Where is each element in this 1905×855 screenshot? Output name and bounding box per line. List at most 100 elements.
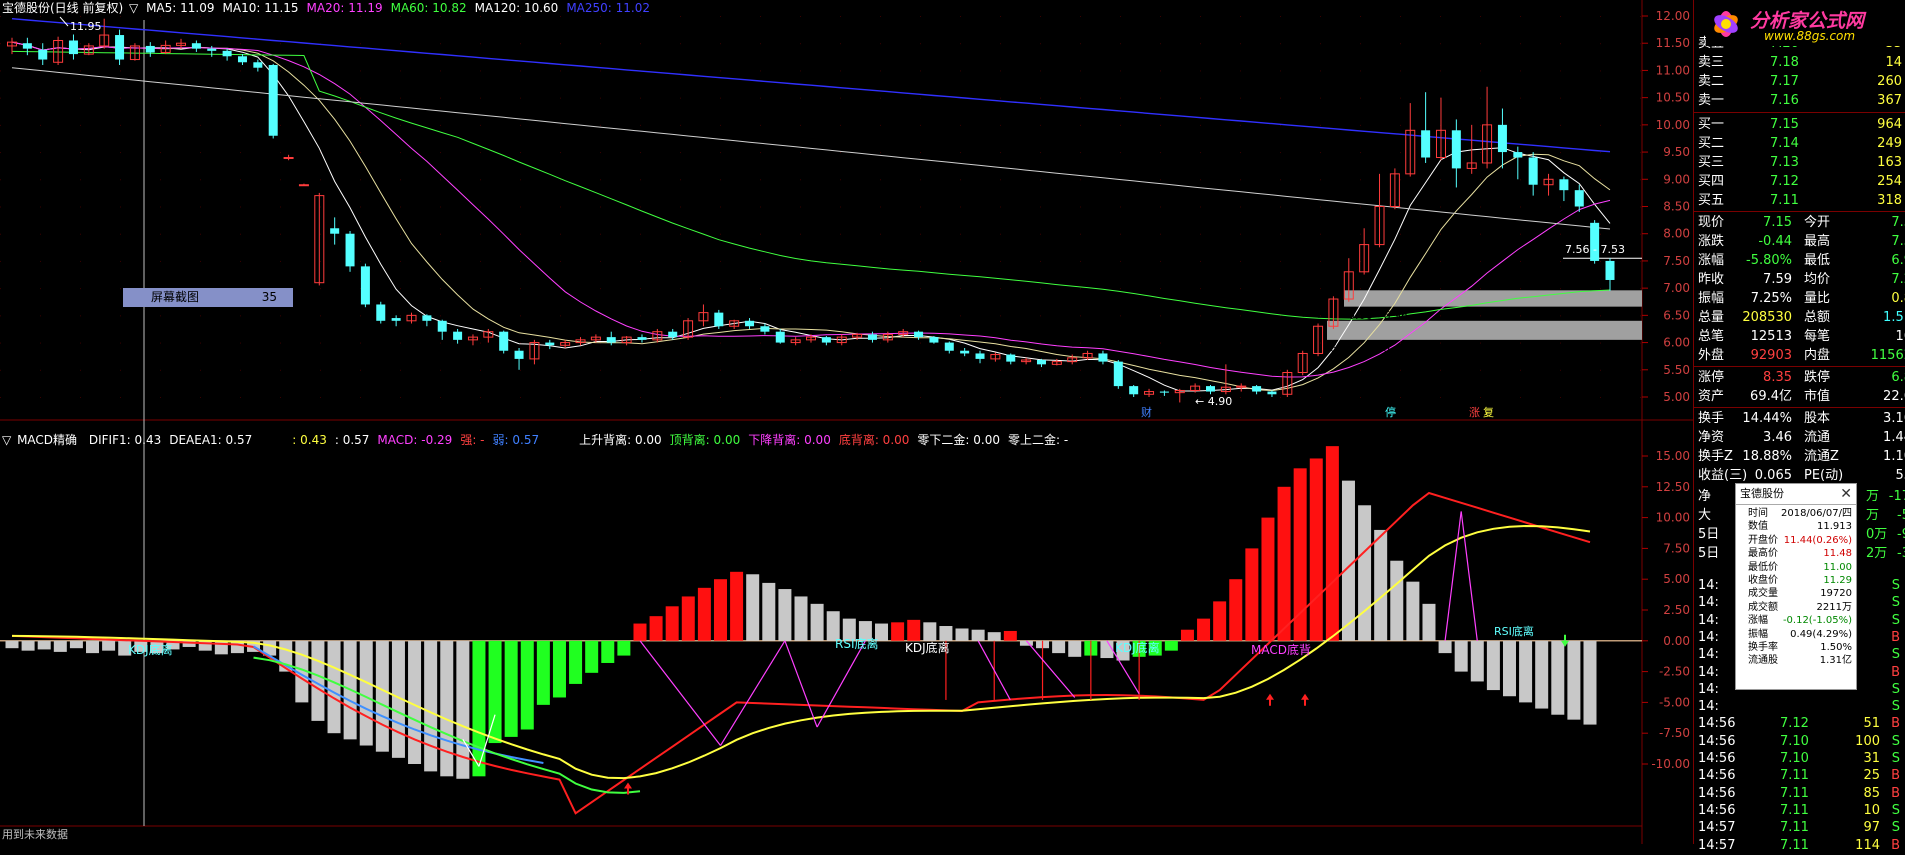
bid-label: 买一 [1698,117,1725,132]
grid-dot [840,70,841,72]
grid-dot [1040,206,1041,208]
grid-dot [1280,260,1281,262]
popup-key: 成交额 [1748,601,1778,613]
stat-value: 3.16 [1883,411,1905,426]
grid-dot [1360,369,1361,371]
candle-body [960,350,970,354]
macd-title: MACD精确 [17,433,78,447]
grid-dot [680,97,681,99]
grid-dot [1280,206,1281,208]
grid-dot [680,315,681,317]
flower-logo-icon [1714,11,1738,37]
grid-dot [320,206,321,208]
grid-dot [1240,397,1241,398]
event-tag: 复 [1483,405,1494,419]
tick-time: 14: [1698,595,1719,611]
stat-value: 7.3 [1891,215,1905,230]
price-tick-label: 7.00 [1663,281,1690,295]
price-tick-label: 9.00 [1663,172,1690,186]
stat-value: 1.44 [1883,430,1905,445]
dropdown-icon[interactable]: ▽ [129,1,138,15]
grid-dot [400,206,401,208]
grid-dot [120,369,121,371]
grid-dot [440,16,441,17]
flow-number: -17 [1888,489,1905,504]
grid-dot [240,179,241,181]
stat-label: 最低 [1804,253,1831,268]
macd-bar [1390,560,1404,641]
candle-body [298,184,309,187]
grid-dot [1120,206,1121,208]
tick-side: S [1891,751,1900,766]
bid-price: 7.11 [1770,193,1799,208]
kline-chart[interactable]: 12.00 11.50 11.00 10.50 10.00 9.50 9.00 8.50 8.0… [0,0,1905,844]
grid-dot [640,179,641,181]
event-tag: 财 [1141,405,1152,419]
divider [1694,211,1905,212]
grid-dot [960,70,961,72]
macd-bar [746,574,760,641]
flow-number: -5 [1897,508,1905,523]
candle-body [1006,354,1016,362]
grid-dot [1240,124,1241,126]
grid-dot [520,315,521,317]
price-axis: 12.00 11.50 11.00 10.50 10.00 9.50 9.00 8.50 8.0… [1642,9,1690,771]
rsi-label: RSI底离 [835,636,879,651]
grid-dot [1320,288,1321,290]
tick-row: 14:56 7.11 85 B [1698,784,1904,803]
grid-dot [760,43,761,45]
grid-dot [1240,342,1241,344]
close-icon[interactable]: ✕ [1840,486,1852,502]
grid-dot [680,43,681,45]
stat-value: 3.46 [1763,430,1792,445]
grid-dot [1560,124,1561,126]
tick-side: B [1891,837,1900,853]
grid-dot [1080,206,1081,208]
grid-dot [1520,124,1521,126]
tick-side: S [1891,647,1900,663]
grid-dot [480,260,481,262]
grid-dot [1040,260,1041,262]
grid-dot [1160,288,1161,290]
grid-dot [320,70,321,72]
grid-dot [1000,124,1001,126]
stat-row: 净资 3.46 流通 1.44 [1698,428,1905,447]
grid-dot [240,152,241,154]
grid-dot [760,369,761,371]
grid-dot [1600,315,1601,317]
flow-label: 净 [1698,489,1712,504]
grid-dot [440,179,441,181]
dropdown-icon[interactable]: ▽ [2,433,11,447]
bid-volume: 318 [1877,193,1902,208]
grid-dot [640,288,641,290]
grid-dot [960,16,961,17]
grid-dot [1600,70,1601,72]
macd-bar [520,640,534,730]
stat-value: 55 [1895,468,1905,483]
grid-dot [80,179,81,181]
grid-dot [1640,342,1641,344]
grid-dot [1440,233,1441,235]
grid-dot [1120,260,1121,262]
grid-dot [320,179,321,181]
grid-dot [1000,260,1001,262]
grid-dot [760,152,761,154]
tick-volume: 85 [1863,785,1880,801]
stat-row: 昨收 7.59 均价 7.2 [1698,270,1905,289]
popup-row: 涨幅 -0.12(-1.05%) [1736,614,1856,627]
bar-info-popup[interactable]: 宝德股份 ✕ 时间 2018/06/07/四 数值 11.913 开盘价 11.44(0.… [1735,483,1857,690]
grid-dot [1000,342,1001,344]
candle-body [360,266,370,305]
stat-row: 换手 14.44% 股本 3.16 [1698,409,1905,428]
grid-dot [960,179,961,181]
popup-key: 开盘价 [1748,534,1778,546]
grid-dot [240,97,241,99]
popup-value: -0.12(-1.05%) [1782,615,1852,627]
grid-dot [400,124,401,126]
grid-dot [1600,179,1601,181]
grid-dot [1200,70,1201,72]
macd-bar [762,582,776,641]
tick-row: 14:56 7.12 51 B [1698,714,1904,733]
screenshot-button[interactable]: 屏幕截图 35 [123,288,293,307]
grid-dot [280,70,281,72]
